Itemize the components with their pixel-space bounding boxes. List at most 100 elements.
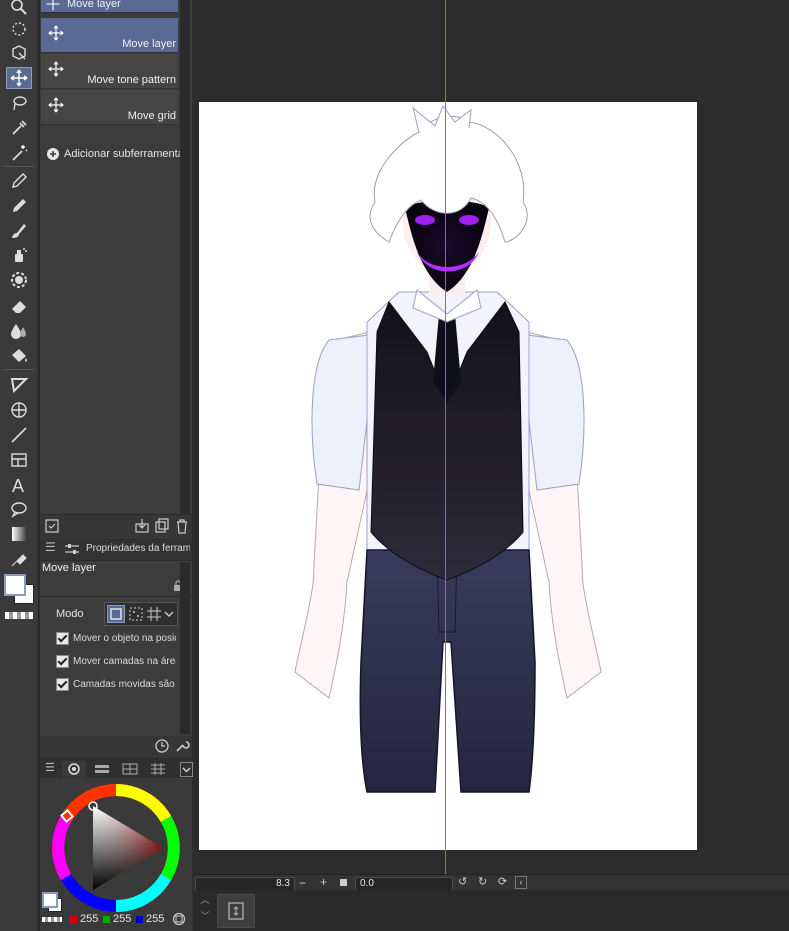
- frame-border-icon[interactable]: [6, 399, 32, 421]
- mode-layer-button[interactable]: [107, 605, 125, 623]
- subtool-scrollbar[interactable]: [180, 0, 190, 514]
- chevron-down-icon[interactable]: [180, 762, 193, 777]
- subtool-item-label: Move grid: [127, 110, 176, 122]
- green-value: 255: [113, 913, 132, 925]
- main-color-chip[interactable]: [4, 574, 26, 596]
- collapse-arrows[interactable]: ︿ ﹀: [199, 892, 211, 928]
- checkbox[interactable]: [56, 655, 69, 668]
- checkbox-move-object[interactable]: Mover o objeto na posição o: [56, 632, 176, 645]
- color-wheel-panel: ☰ 255 255 255: [40, 760, 193, 931]
- checkbox-move-layers-selection[interactable]: Mover camadas na área sele: [56, 655, 176, 668]
- mode-selector[interactable]: [104, 602, 178, 626]
- chevron-down-icon[interactable]: [161, 605, 179, 623]
- eraser-tool-icon[interactable]: [6, 295, 32, 317]
- color-chips-small[interactable]: [42, 892, 62, 912]
- move-arrows-icon: [48, 97, 64, 113]
- svg-text:A: A: [12, 476, 24, 495]
- mode-label: Modo: [56, 608, 84, 620]
- menu-icon[interactable]: ☰: [45, 540, 56, 554]
- eyedropper-icon[interactable]: [6, 117, 32, 139]
- flip-button[interactable]: ‹: [515, 876, 527, 889]
- checkbox[interactable]: [56, 632, 69, 645]
- gradient-tool-icon[interactable]: [6, 374, 32, 396]
- trash-icon[interactable]: [174, 518, 190, 534]
- fill-tool-icon[interactable]: [6, 345, 32, 367]
- blend-tool-icon[interactable]: [6, 320, 32, 342]
- subtool-item-move-grid[interactable]: Move grid: [41, 90, 178, 125]
- brush-tool-icon[interactable]: [6, 220, 32, 242]
- canvas-area[interactable]: [193, 0, 789, 874]
- subtool-header[interactable]: Move layer: [41, 0, 178, 13]
- zoom-out-button[interactable]: −: [299, 876, 306, 890]
- text-tool-icon[interactable]: A: [6, 474, 32, 496]
- rotation-value: 0.0: [360, 878, 374, 889]
- property-footer: [40, 736, 192, 758]
- sliders-icon: [65, 544, 79, 554]
- magic-wand-icon[interactable]: [6, 142, 32, 164]
- transparent-chip[interactable]: [5, 612, 33, 619]
- pen-tool-icon[interactable]: [6, 170, 32, 192]
- mode-tone-button[interactable]: [127, 605, 145, 623]
- add-subtool-label: Adicionar subferramenta: [64, 148, 184, 160]
- move-tool-icon[interactable]: [6, 67, 32, 89]
- object-tool-icon[interactable]: [6, 42, 32, 64]
- rgb-readout: 255 255 255: [40, 912, 192, 928]
- decoration-tool-icon[interactable]: [6, 269, 32, 291]
- correct-line-icon[interactable]: [6, 548, 32, 570]
- tab-color-slider[interactable]: [90, 761, 114, 777]
- canvas-paper[interactable]: [199, 102, 697, 850]
- thumbnail-button[interactable]: [217, 894, 255, 928]
- character-illustration: [294, 104, 602, 793]
- property-scrollbar[interactable]: [180, 562, 190, 734]
- zoom-in-button[interactable]: +: [320, 875, 327, 889]
- duplicate-icon[interactable]: [154, 518, 170, 534]
- zoom-slider[interactable]: 8.3: [195, 877, 295, 891]
- pencil-tool-icon[interactable]: [6, 195, 32, 217]
- checkbox-label: Mover camadas na área sele: [73, 656, 176, 667]
- tool-property-tab-label: Propriedades da ferramenta: [86, 543, 190, 554]
- tool-bar: A: [0, 0, 39, 931]
- subtool-settings-icon[interactable]: [44, 518, 60, 534]
- checkbox[interactable]: [56, 678, 69, 691]
- fit-button[interactable]: [340, 879, 347, 886]
- lasso-tool-icon[interactable]: [6, 92, 32, 114]
- wrench-icon[interactable]: [174, 738, 190, 754]
- color-panel-tabs: ☰: [40, 760, 193, 778]
- plus-circle-icon: [47, 148, 59, 160]
- add-subtool-button[interactable]: Adicionar subferramenta: [47, 148, 184, 160]
- subtool-footer: [40, 514, 192, 537]
- subtool-item-move-tone-pattern[interactable]: Move tone pattern: [41, 54, 178, 89]
- tool-property-tab[interactable]: ☰ Propriedades da ferramenta: [40, 538, 192, 561]
- subtool-item-label: Move layer: [122, 38, 176, 50]
- transparent-chip[interactable]: [42, 917, 62, 922]
- bottom-panel: ︿ ﹀: [193, 890, 789, 931]
- color-settings-icon[interactable]: [172, 912, 186, 926]
- rotation-field[interactable]: 0.0: [355, 877, 453, 891]
- rotate-right-button[interactable]: ↻: [478, 875, 487, 888]
- import-icon[interactable]: [134, 518, 150, 534]
- subtool-panel: Move layer Move layer Move tone pattern …: [40, 0, 192, 540]
- subtool-item-move-layer[interactable]: Move layer: [41, 18, 178, 53]
- gradient-fill-icon[interactable]: [6, 523, 32, 545]
- rotate-tool-icon[interactable]: [6, 18, 32, 40]
- navigator-bar: 8.3 − + 0.0 ↺ ↻ ⟳ ‹: [193, 874, 789, 891]
- color-chips[interactable]: [2, 572, 36, 606]
- reset-icon[interactable]: [154, 738, 170, 754]
- rotate-left-button[interactable]: ↺: [458, 875, 467, 888]
- reset-rotation-button[interactable]: ⟳: [498, 875, 507, 888]
- tab-intermediate-color[interactable]: [146, 761, 170, 777]
- tab-color-wheel[interactable]: [62, 761, 86, 777]
- vertical-guide-line[interactable]: [445, 0, 446, 874]
- line-tool-icon[interactable]: [6, 424, 32, 446]
- tab-color-set[interactable]: [118, 761, 142, 777]
- ruler-tool-icon[interactable]: [6, 449, 32, 471]
- menu-icon[interactable]: ☰: [45, 761, 55, 774]
- airbrush-tool-icon[interactable]: [6, 244, 32, 266]
- subtool-item-label: Move tone pattern: [87, 74, 176, 86]
- balloon-tool-icon[interactable]: [6, 498, 32, 520]
- hue-ring[interactable]: [50, 782, 182, 914]
- zoom-tool-icon[interactable]: [6, 0, 32, 18]
- move-arrows-icon: [46, 0, 60, 11]
- zoom-value: 8.3: [276, 878, 290, 889]
- checkbox-moved-layers-selected[interactable]: Camadas movidas são selec: [56, 678, 176, 691]
